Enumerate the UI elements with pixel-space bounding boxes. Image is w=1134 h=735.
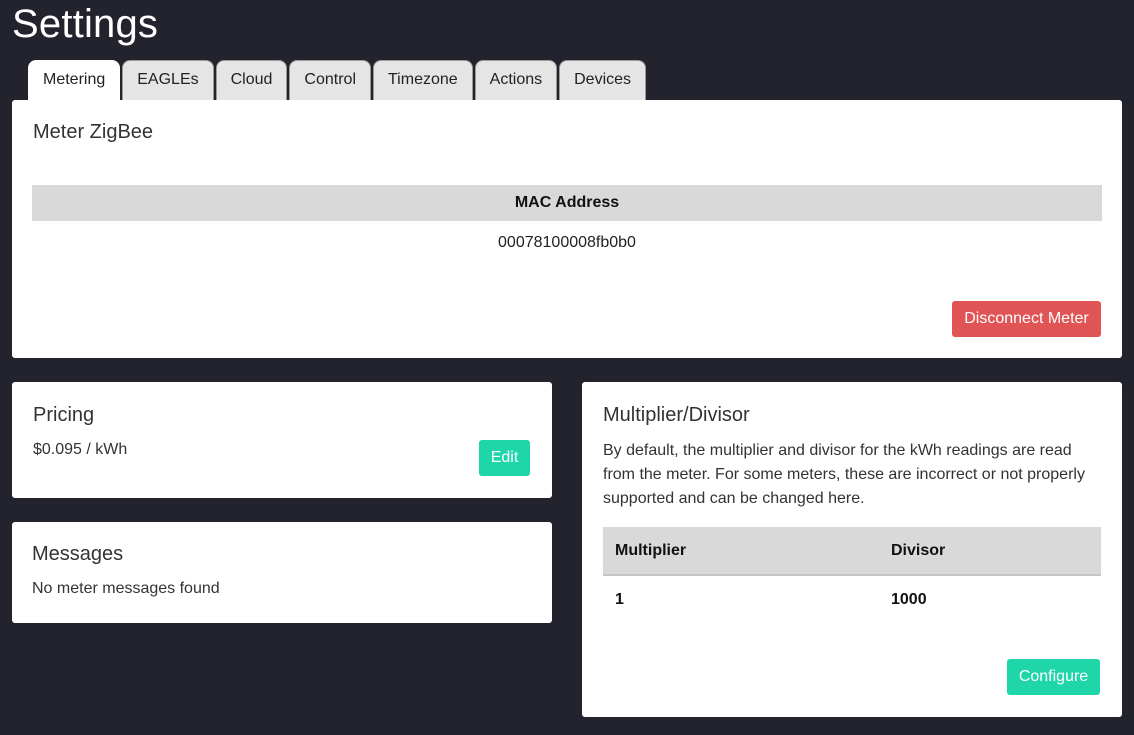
- messages-empty-text: No meter messages found: [32, 580, 220, 597]
- tab-cloud[interactable]: Cloud: [215, 60, 288, 100]
- meter-zigbee-card: Meter ZigBee MAC Address 00078100008fb0b…: [12, 100, 1122, 358]
- table-row: 00078100008fb0b0: [32, 221, 1102, 265]
- edit-pricing-button[interactable]: Edit: [479, 440, 530, 476]
- tab-metering[interactable]: Metering: [28, 60, 121, 101]
- table-header-row: Multiplier Divisor: [603, 527, 1101, 576]
- tab-timezone[interactable]: Timezone: [373, 60, 473, 100]
- meter-card-title: Meter ZigBee: [33, 121, 154, 143]
- table-header-row: MAC Address: [32, 185, 1102, 221]
- multiplier-column-header: Multiplier: [603, 527, 879, 576]
- tab-eagles[interactable]: EAGLEs: [122, 60, 214, 100]
- messages-card-title: Messages: [32, 543, 124, 565]
- multiplier-divisor-card: Multiplier/Divisor By default, the multi…: [582, 382, 1122, 717]
- disconnect-meter-button[interactable]: Disconnect Meter: [952, 301, 1101, 337]
- page-title: Settings: [12, 2, 159, 46]
- multiplier-description: By default, the multiplier and divisor f…: [603, 442, 1085, 507]
- mac-address-table: MAC Address 00078100008fb0b0: [32, 185, 1102, 265]
- configure-button[interactable]: Configure: [1007, 659, 1100, 695]
- tab-actions[interactable]: Actions: [474, 60, 558, 100]
- divisor-column-header: Divisor: [879, 527, 1101, 576]
- mac-address-header: MAC Address: [32, 185, 1102, 221]
- multiplier-card-title: Multiplier/Divisor: [603, 404, 750, 426]
- tab-control[interactable]: Control: [289, 60, 371, 100]
- table-row: 1 1000: [603, 575, 1101, 623]
- messages-card: Messages No meter messages found: [12, 522, 552, 623]
- multiplier-value: 1: [615, 590, 624, 608]
- multiplier-divisor-table: Multiplier Divisor 1 1000: [603, 527, 1101, 623]
- settings-tabs: Metering EAGLEs Cloud Control Timezone A…: [28, 60, 647, 101]
- pricing-card-title: Pricing: [33, 404, 95, 426]
- tab-devices[interactable]: Devices: [559, 60, 647, 100]
- divisor-value: 1000: [891, 590, 927, 608]
- pricing-card: Pricing $0.095 / kWh Edit: [12, 382, 552, 498]
- mac-address-value: 00078100008fb0b0: [498, 234, 636, 251]
- price-value: $0.095 / kWh: [33, 441, 128, 458]
